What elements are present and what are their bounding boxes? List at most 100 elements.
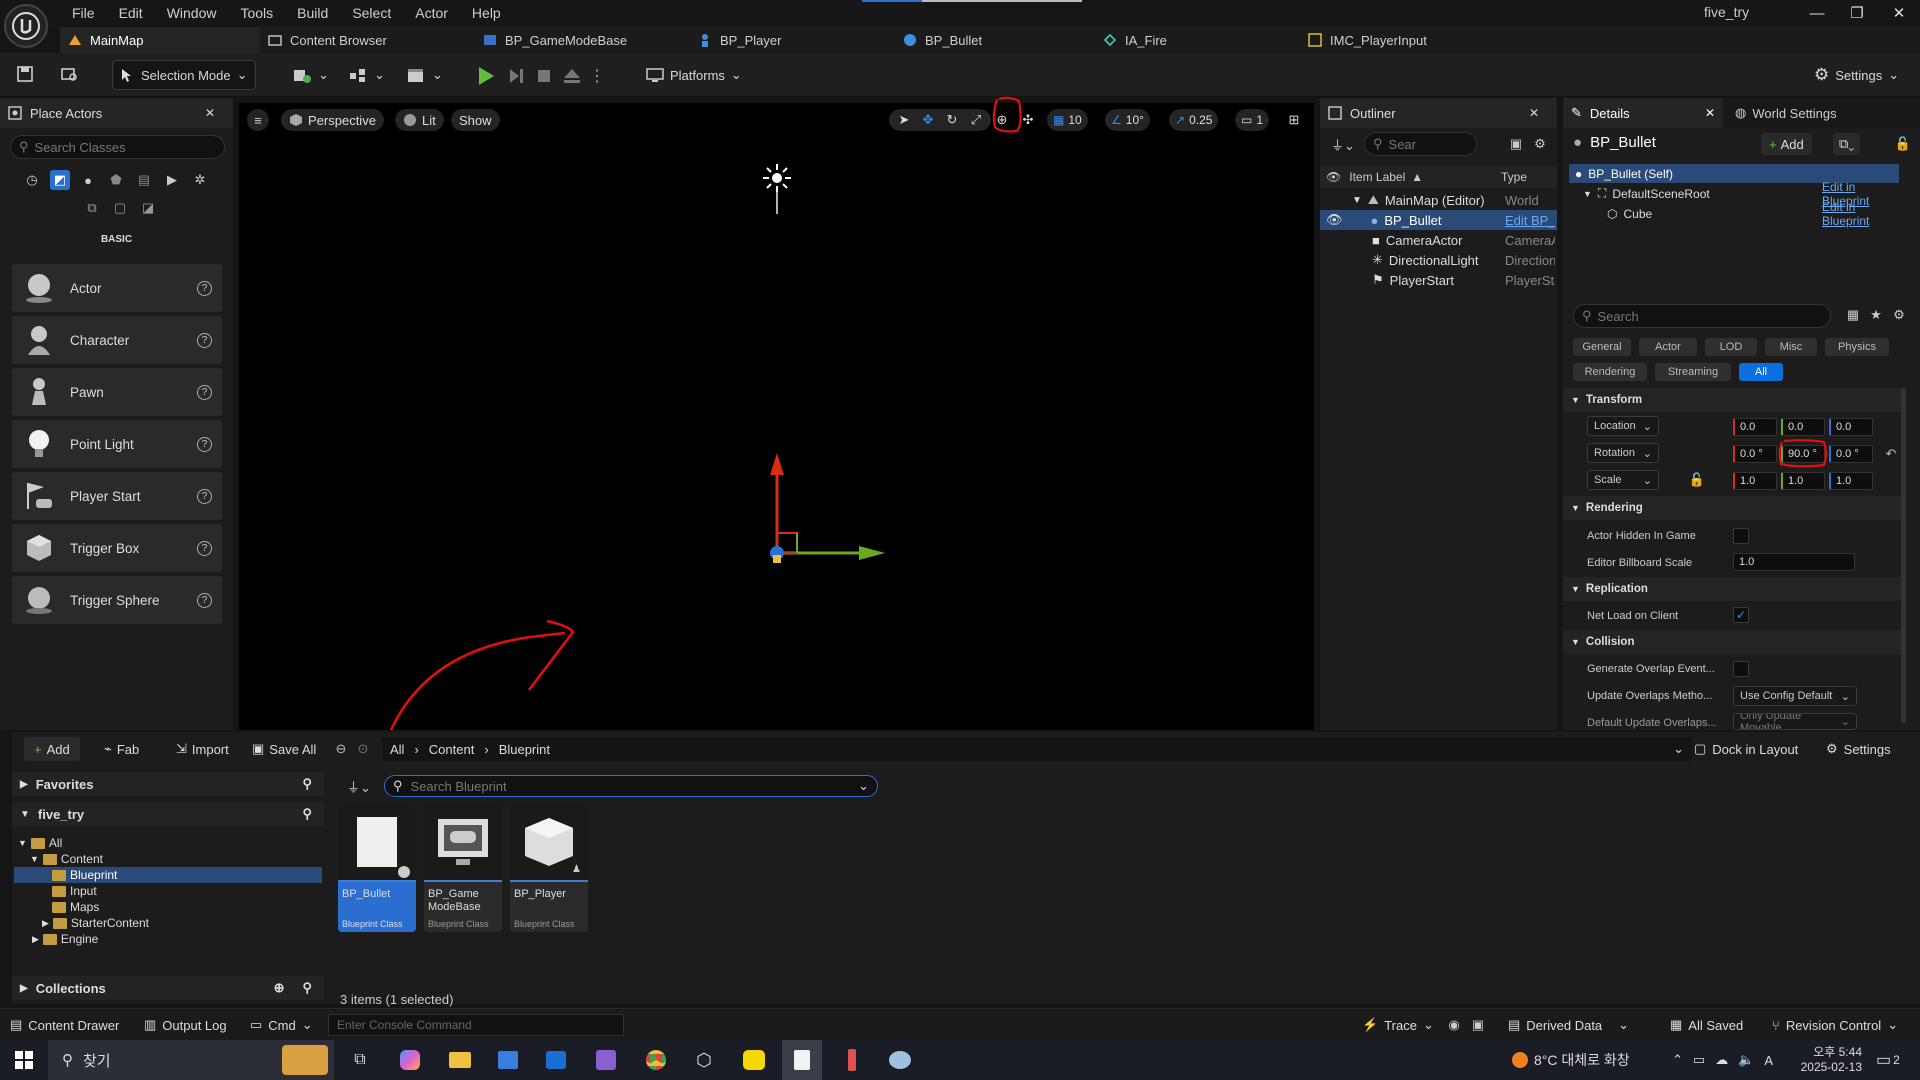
visual-studio-icon[interactable]: [586, 1040, 626, 1080]
details-settings-icon[interactable]: ⚙: [1890, 306, 1908, 324]
outliner-search-input[interactable]: ⚲ Sear: [1364, 132, 1477, 156]
close-tab-icon[interactable]: ✕: [205, 106, 215, 120]
cb-settings-button[interactable]: ⚙ Settings: [1826, 737, 1891, 761]
details-tab[interactable]: ✎ Details ✕: [1563, 98, 1723, 128]
network-icon[interactable]: ▭: [1693, 1052, 1705, 1068]
help-icon[interactable]: ?: [197, 592, 212, 608]
filter-misc[interactable]: Misc: [1765, 338, 1817, 356]
collections-header[interactable]: ▶ Collections ⊕ ⚲: [12, 976, 324, 1000]
help-icon[interactable]: ?: [197, 436, 212, 452]
place-actors-tab[interactable]: Place Actors ✕: [0, 98, 233, 128]
chrome-icon[interactable]: [636, 1040, 676, 1080]
dock-in-layout-button[interactable]: ▢ Dock in Layout: [1694, 737, 1798, 761]
search-icon[interactable]: ⚲: [302, 776, 312, 792]
viewport-menu-icon[interactable]: ≡: [247, 109, 269, 131]
geometry-icon[interactable]: ▢: [110, 198, 130, 218]
overlap-events-checkbox[interactable]: [1733, 661, 1749, 677]
tab-content-browser[interactable]: Content Browser: [260, 27, 475, 53]
stop-icon[interactable]: [532, 64, 556, 88]
rotation-dropdown[interactable]: Rotation ⌄: [1587, 443, 1659, 463]
actor-item-trigger-sphere[interactable]: Trigger Sphere ?: [12, 576, 222, 624]
kakaotalk-icon[interactable]: [734, 1040, 774, 1080]
edit-blueprint-link[interactable]: Edit BP_B: [1505, 213, 1555, 228]
help-icon[interactable]: ?: [197, 384, 212, 400]
star-icon[interactable]: ★: [1867, 306, 1885, 324]
weather-widget[interactable]: 8°C 대체로 화창: [1512, 1040, 1630, 1080]
filter-all[interactable]: All: [1739, 363, 1783, 381]
component-row[interactable]: ⬡ Cube Edit in Blueprint: [1569, 200, 1899, 228]
actor-item-player-start[interactable]: Player Start ?: [12, 472, 222, 520]
help-icon[interactable]: ?: [197, 332, 212, 348]
tree-item-all[interactable]: ▼ All: [18, 835, 62, 851]
help-icon[interactable]: ?: [197, 540, 212, 556]
filter-icon[interactable]: ⏚⌄: [1328, 134, 1358, 154]
rotate-tool-icon[interactable]: ↻: [943, 111, 961, 129]
collision-section-header[interactable]: ▼ Collision: [1563, 630, 1903, 654]
outliner-settings-icon[interactable]: ⚙: [1530, 134, 1550, 154]
menu-build[interactable]: Build: [285, 0, 340, 26]
windows-start-icon[interactable]: [4, 1040, 44, 1080]
tab-ia-fire[interactable]: IA_Fire: [1095, 27, 1300, 53]
import-button[interactable]: ⇲ Import: [176, 737, 229, 761]
filter-streaming[interactable]: Streaming: [1655, 363, 1731, 381]
notification-button[interactable]: ▭ 2: [1876, 1040, 1900, 1080]
search-icon[interactable]: ⚲: [302, 980, 312, 996]
outliner-row[interactable]: ⚑ PlayerStart PlayerSta: [1320, 270, 1557, 290]
expand-icon[interactable]: ▼: [1583, 189, 1592, 199]
add-content-button[interactable]: ⌄: [286, 60, 335, 90]
update-overlaps-dropdown[interactable]: Use Config Default ⌄: [1733, 686, 1857, 706]
scale-tool-icon[interactable]: ⤢: [967, 111, 985, 129]
close-tab-icon[interactable]: ✕: [1705, 106, 1715, 120]
output-log-button[interactable]: ▥ Output Log: [144, 1009, 227, 1041]
actor-item-pawn[interactable]: Pawn ?: [12, 368, 222, 416]
volume-icon[interactable]: 🔈: [1738, 1052, 1754, 1068]
move-tool-icon[interactable]: ✥: [919, 111, 937, 129]
outlook-icon[interactable]: [536, 1040, 576, 1080]
tree-item-content[interactable]: ▼ Content: [30, 851, 103, 867]
menu-window[interactable]: Window: [155, 0, 229, 26]
details-search-input[interactable]: ⚲ Search: [1573, 304, 1831, 328]
add-component-button[interactable]: + Add: [1761, 133, 1812, 155]
world-settings-tab[interactable]: ◍ World Settings: [1723, 98, 1849, 128]
viewport-layout-icon[interactable]: ⊞: [1283, 109, 1305, 131]
play-icon[interactable]: [474, 64, 498, 88]
chevron-down-icon[interactable]: ⌄: [858, 778, 869, 794]
console-command-input[interactable]: Enter Console Command: [328, 1014, 624, 1036]
cb-add-button[interactable]: + Add: [24, 737, 80, 761]
lit-button[interactable]: Lit: [395, 109, 444, 131]
camera-speed-button[interactable]: ▭ 1: [1235, 109, 1270, 131]
actor-item-point-light[interactable]: Point Light ?: [12, 420, 222, 468]
type-header[interactable]: Type: [1501, 170, 1527, 184]
screenshot-icon[interactable]: ▣: [1470, 1017, 1486, 1033]
outliner-row[interactable]: ✳ DirectionalLight Direction: [1320, 250, 1557, 270]
volumes-icon[interactable]: ✲: [190, 170, 210, 190]
selection-mode-dropdown[interactable]: Selection Mode ⌄: [112, 60, 256, 90]
tree-item-maps[interactable]: Maps: [52, 899, 99, 915]
lock-icon[interactable]: 🔓: [1893, 134, 1913, 154]
menu-tools[interactable]: Tools: [228, 0, 285, 26]
search-blueprint-input[interactable]: ⚲ Search Blueprint ⌄: [384, 775, 878, 797]
derived-data-dropdown[interactable]: ▤ Derived Data ⌄: [1508, 1009, 1629, 1041]
replication-section-header[interactable]: ▼ Replication: [1563, 577, 1903, 601]
tab-bp-gamemodebase[interactable]: BP_GameModeBase: [475, 27, 690, 53]
unity-icon[interactable]: ⬡: [684, 1040, 724, 1080]
save-icon[interactable]: [14, 63, 36, 85]
tab-imc-playerinput[interactable]: IMC_PlayerInput: [1300, 27, 1500, 53]
menu-actor[interactable]: Actor: [403, 0, 460, 26]
help-icon[interactable]: ?: [197, 488, 212, 504]
actor-name[interactable]: BP_Bullet: [1590, 134, 1656, 151]
table-view-icon[interactable]: ▦: [1844, 306, 1862, 324]
reset-to-default-icon[interactable]: ↶: [1883, 445, 1899, 463]
edit-in-blueprint-link[interactable]: Edit in Blueprint: [1822, 200, 1899, 228]
filter-physics[interactable]: Physics: [1825, 338, 1889, 356]
step-icon[interactable]: [504, 64, 528, 88]
show-button[interactable]: Show: [451, 109, 500, 131]
app-icon[interactable]: [832, 1040, 872, 1080]
asset-bp-bullet[interactable]: BP_Bullet Blueprint Class: [338, 804, 416, 932]
scale-x-field[interactable]: 1.0: [1733, 472, 1777, 490]
scale-z-field[interactable]: 1.0: [1829, 472, 1873, 490]
back-icon[interactable]: ⊖: [332, 740, 350, 758]
favorites-header[interactable]: ▶ Favorites ⚲: [12, 772, 324, 796]
help-icon[interactable]: ?: [197, 280, 212, 296]
recent-icon[interactable]: ◷: [22, 170, 42, 190]
